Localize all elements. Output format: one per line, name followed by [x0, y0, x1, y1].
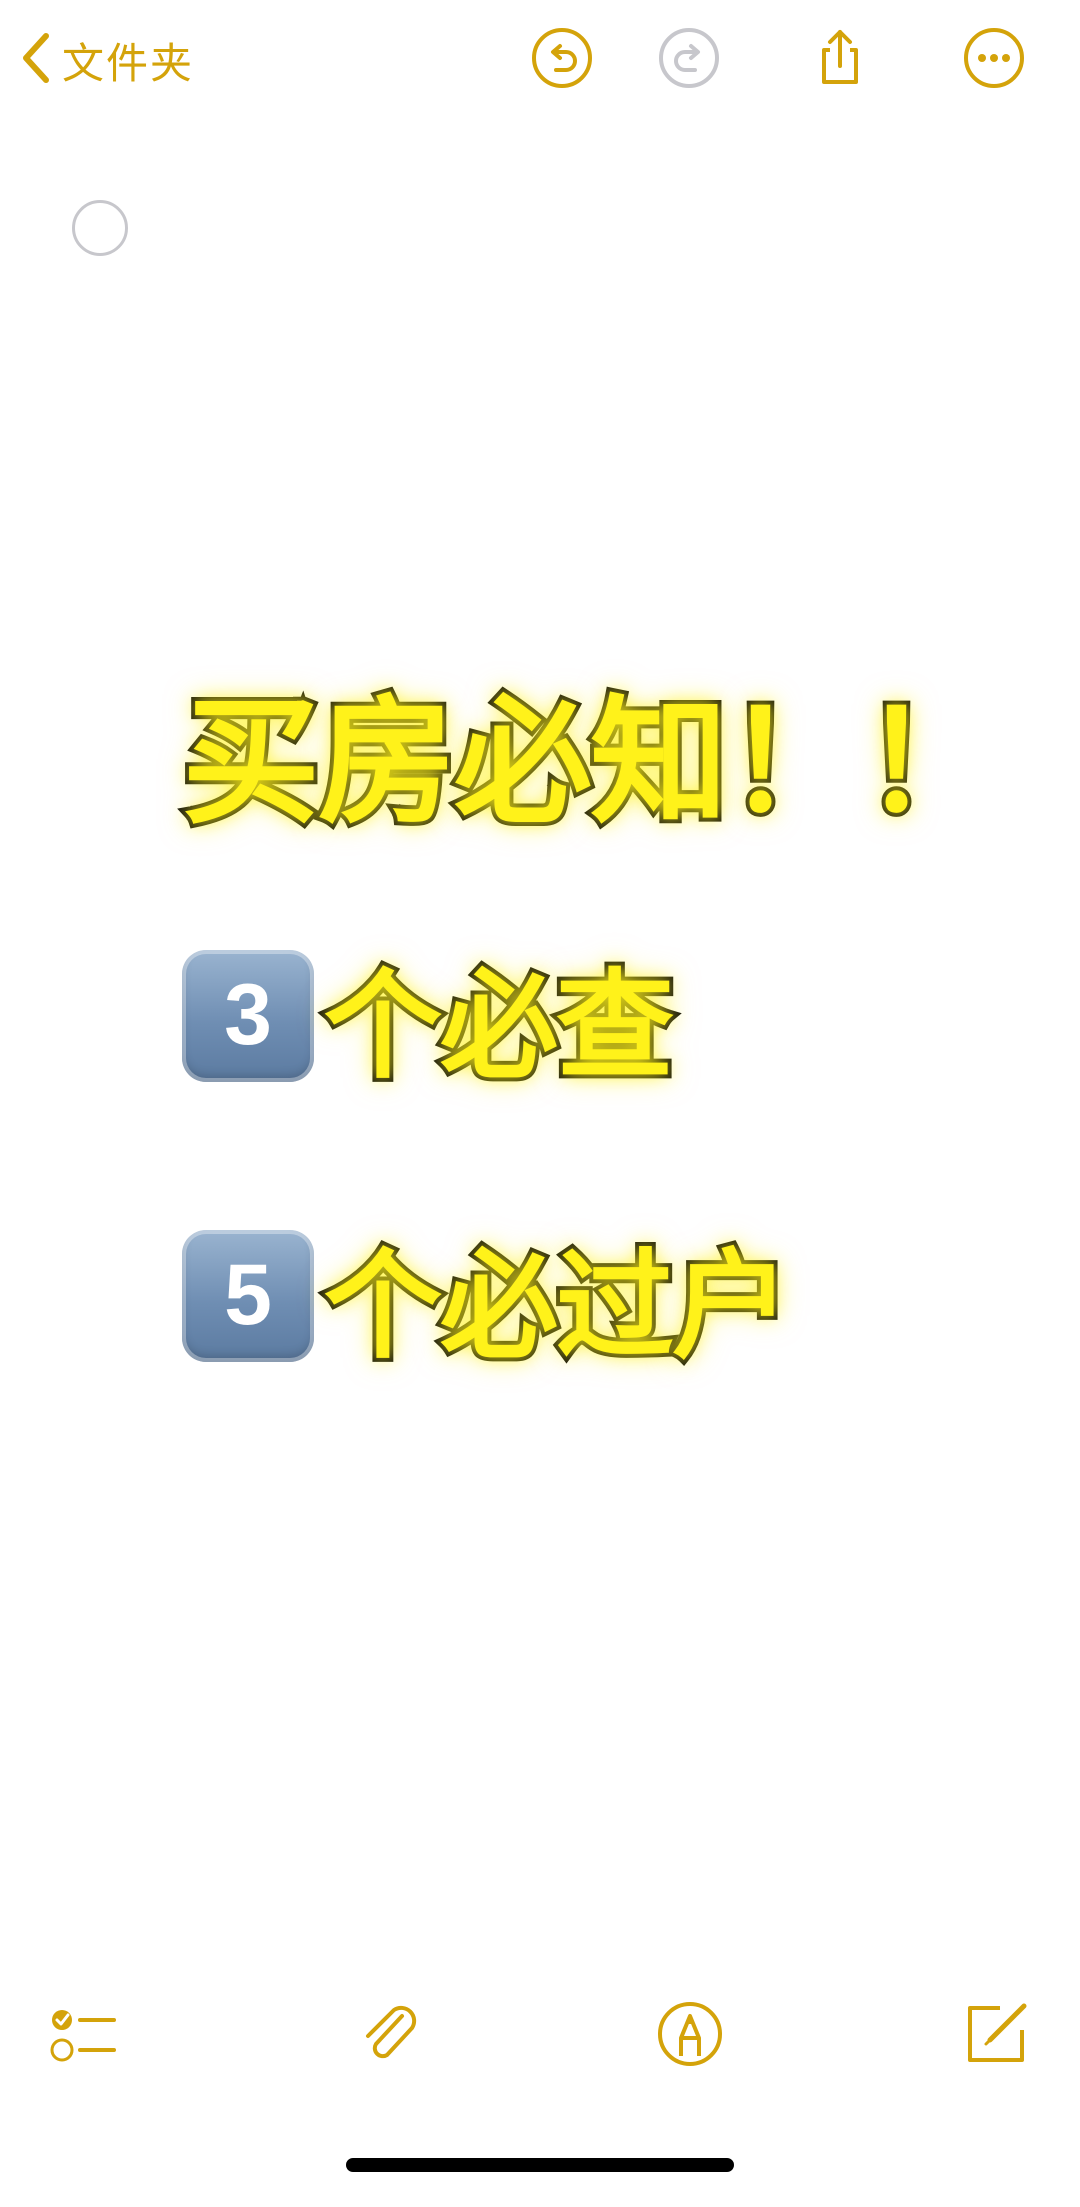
back-label: 文件夹 — [62, 38, 195, 88]
home-indicator[interactable] — [346, 2158, 734, 2172]
markup-button[interactable] — [654, 2000, 726, 2072]
more-button[interactable] — [962, 28, 1026, 92]
share-icon — [808, 26, 872, 94]
keycap-number-icon: 5 — [182, 1229, 314, 1362]
line-3-text: 个必过户 — [320, 1233, 794, 1379]
undo-icon — [530, 26, 594, 94]
note-line-1: 买房必知！！ — [178, 650, 1004, 850]
headline-text: 买房必知！！ — [178, 678, 1004, 847]
back-button[interactable]: 文件夹 — [18, 28, 194, 92]
navigation-bar: 文件夹 — [0, 0, 1080, 130]
redo-button[interactable] — [657, 28, 721, 92]
checklist-icon — [48, 1998, 120, 2074]
chevron-left-icon — [18, 30, 52, 90]
undo-button[interactable] — [530, 28, 594, 92]
bottom-toolbar — [0, 1980, 1080, 2090]
more-icon — [962, 26, 1026, 94]
markup-pen-icon — [654, 1998, 726, 2074]
compose-icon — [960, 1998, 1032, 2074]
checklist-checkbox[interactable] — [72, 200, 128, 256]
checklist-button[interactable] — [48, 2000, 120, 2072]
note-line-2: 3 个必查 — [182, 930, 678, 1101]
compose-button[interactable] — [960, 2000, 1032, 2072]
paperclip-icon — [354, 1998, 426, 2074]
line-2-text: 个必查 — [320, 953, 678, 1099]
attachment-button[interactable] — [354, 2000, 426, 2072]
keycap-number-icon: 3 — [182, 949, 314, 1082]
share-button[interactable] — [808, 28, 872, 92]
redo-icon — [657, 26, 721, 94]
note-line-3: 5 个必过户 — [182, 1210, 794, 1381]
